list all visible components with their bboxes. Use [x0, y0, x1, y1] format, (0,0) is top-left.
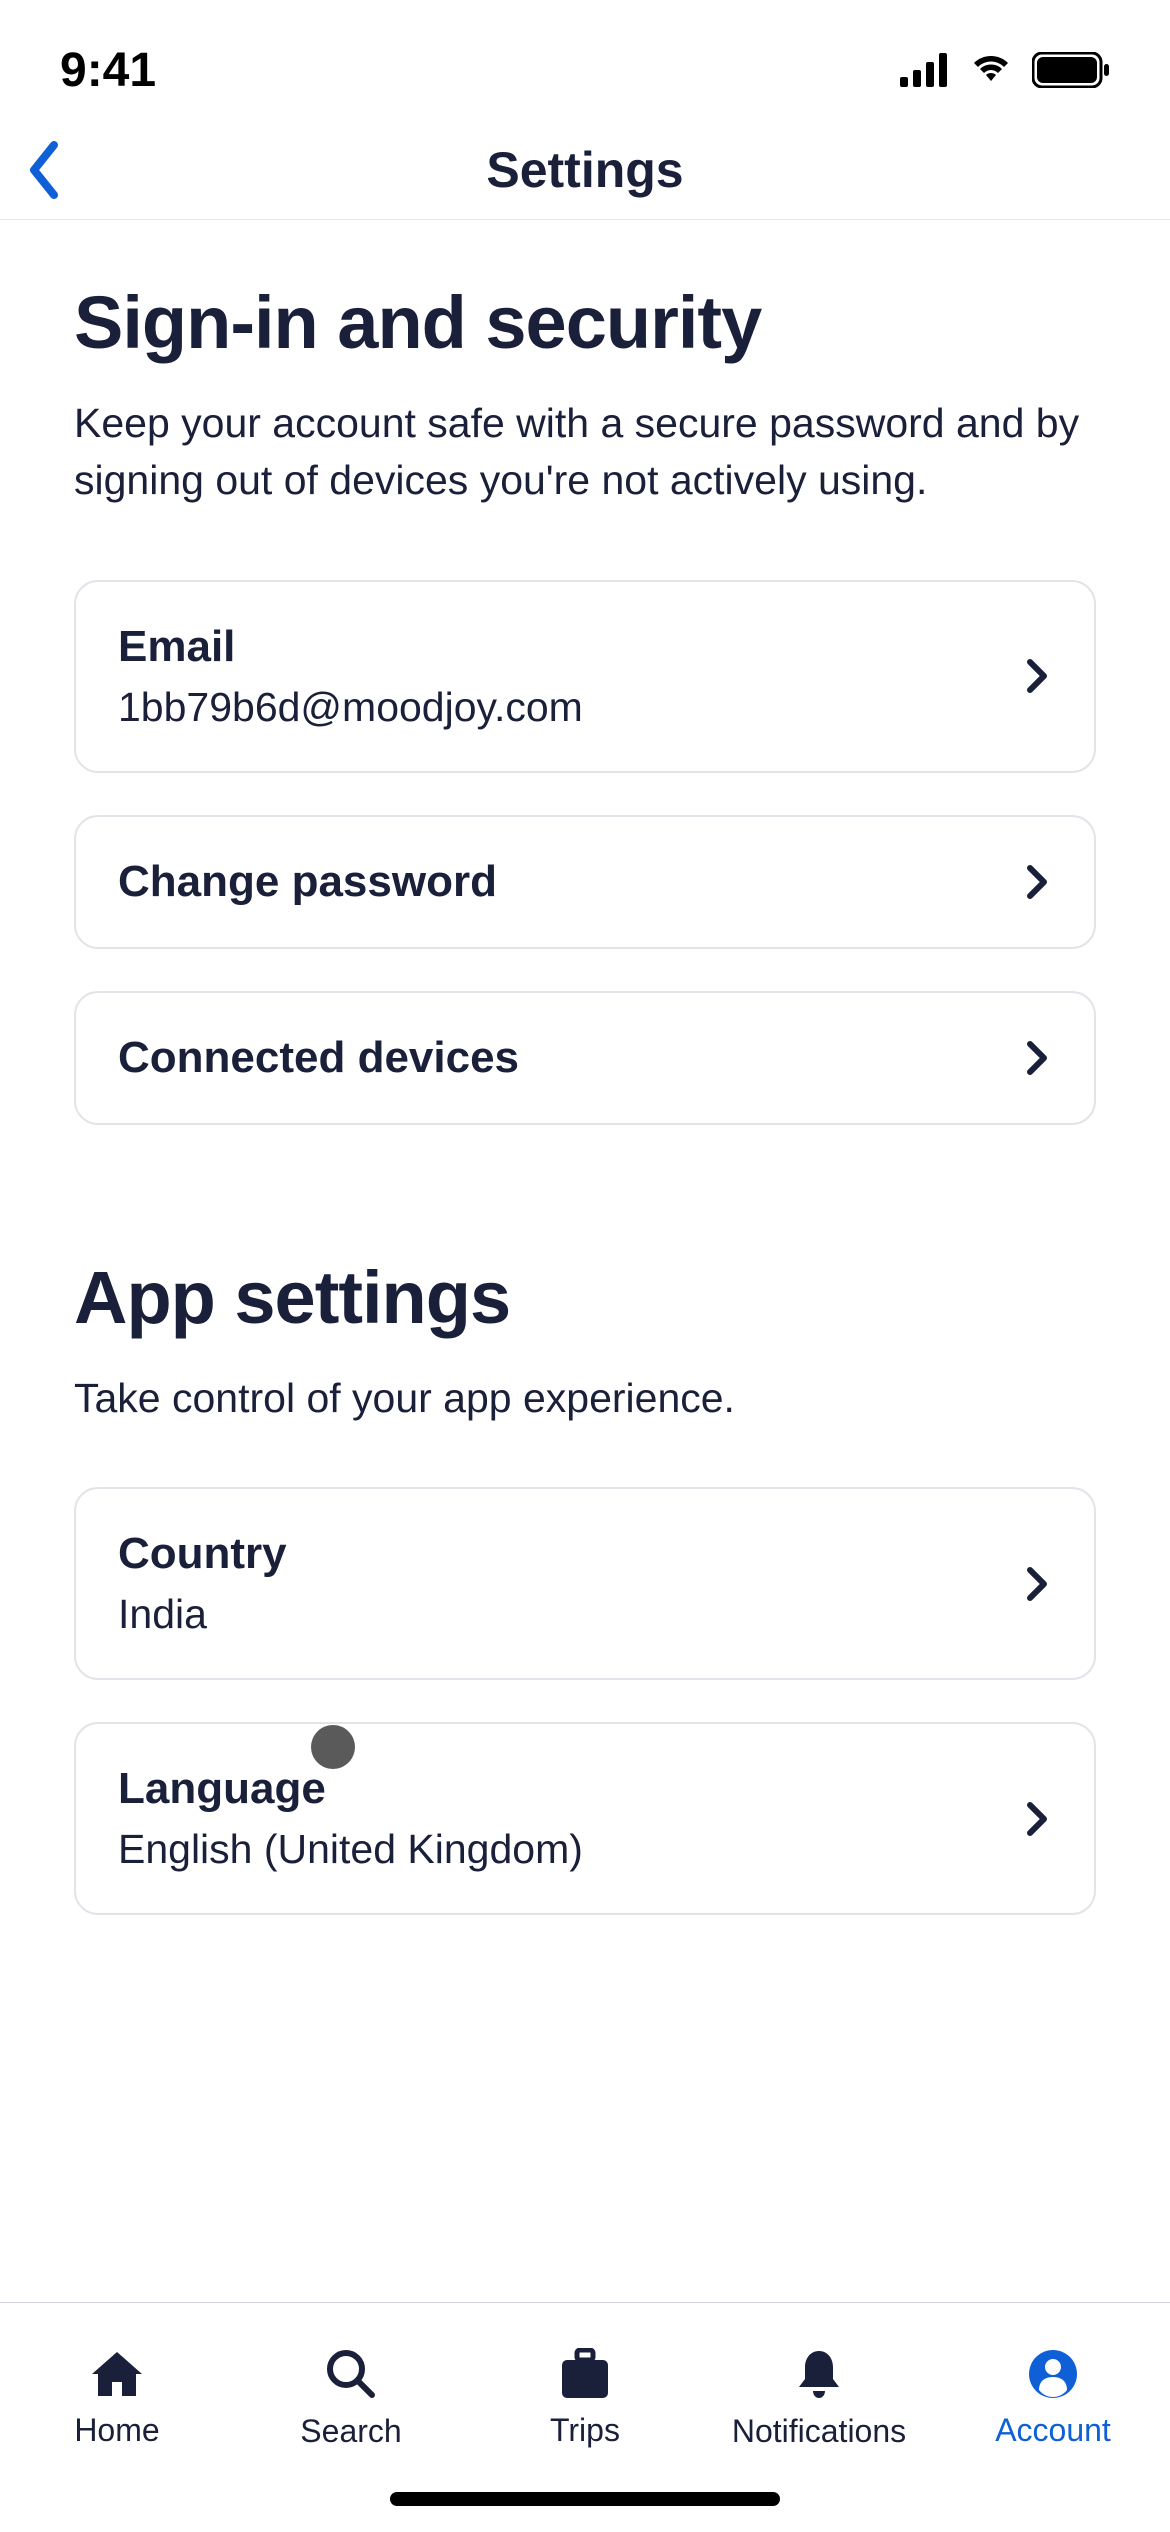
person-icon [1027, 2348, 1079, 2400]
chevron-right-icon [1024, 862, 1052, 902]
tab-label: Notifications [732, 2413, 906, 2450]
settings-item-content: Language English (United Kingdom) [118, 1764, 1024, 1873]
suitcase-icon [557, 2348, 613, 2400]
tab-label: Account [995, 2412, 1111, 2449]
tab-label: Home [74, 2412, 159, 2449]
home-icon [88, 2348, 146, 2400]
section-app-settings: App settings Take control of your app ex… [74, 1255, 1096, 1915]
back-button[interactable] [20, 135, 68, 205]
chevron-right-icon [1024, 1799, 1052, 1839]
chevron-right-icon [1024, 656, 1052, 696]
section-signin-security: Sign-in and security Keep your account s… [74, 280, 1096, 1125]
settings-item-value: 1bb79b6d@moodjoy.com [118, 684, 1024, 731]
section-description: Keep your account safe with a secure pas… [74, 395, 1096, 510]
settings-item-change-password[interactable]: Change password [74, 815, 1096, 949]
tab-notifications[interactable]: Notifications [702, 2303, 936, 2472]
nav-title: Settings [486, 141, 683, 199]
status-time: 9:41 [60, 43, 156, 98]
search-icon [324, 2347, 378, 2401]
settings-item-label: Change password [118, 857, 1024, 907]
settings-item-content: Country India [118, 1529, 1024, 1638]
settings-item-email[interactable]: Email 1bb79b6d@moodjoy.com [74, 580, 1096, 773]
section-title: Sign-in and security [74, 280, 1096, 365]
wifi-icon [968, 53, 1014, 87]
tab-search[interactable]: Search [234, 2303, 468, 2472]
status-bar: 9:41 [0, 0, 1170, 120]
chevron-left-icon [20, 135, 68, 205]
section-title: App settings [74, 1255, 1096, 1340]
tab-label: Trips [550, 2412, 620, 2449]
settings-item-content: Connected devices [118, 1033, 1024, 1083]
bell-icon [795, 2347, 843, 2401]
settings-item-label: Email [118, 622, 1024, 672]
content: Sign-in and security Keep your account s… [0, 220, 1170, 1915]
tab-account[interactable]: Account [936, 2303, 1170, 2472]
settings-item-connected-devices[interactable]: Connected devices [74, 991, 1096, 1125]
chevron-right-icon [1024, 1564, 1052, 1604]
settings-item-content: Change password [118, 857, 1024, 907]
tab-label: Search [300, 2413, 401, 2450]
tab-home[interactable]: Home [0, 2303, 234, 2472]
settings-item-label: Country [118, 1529, 1024, 1579]
settings-item-label: Connected devices [118, 1033, 1024, 1083]
settings-item-content: Email 1bb79b6d@moodjoy.com [118, 622, 1024, 731]
battery-icon [1032, 52, 1110, 88]
nav-header: Settings [0, 120, 1170, 220]
settings-item-value: India [118, 1591, 1024, 1638]
tab-trips[interactable]: Trips [468, 2303, 702, 2472]
home-indicator[interactable] [390, 2492, 780, 2506]
chevron-right-icon [1024, 1038, 1052, 1078]
settings-item-language[interactable]: Language English (United Kingdom) [74, 1722, 1096, 1915]
settings-item-value: English (United Kingdom) [118, 1826, 1024, 1873]
cursor-indicator [311, 1725, 355, 1769]
signal-icon [900, 53, 950, 87]
settings-item-country[interactable]: Country India [74, 1487, 1096, 1680]
section-description: Take control of your app experience. [74, 1370, 1096, 1427]
status-icons [900, 52, 1110, 88]
settings-item-label: Language [118, 1764, 1024, 1814]
